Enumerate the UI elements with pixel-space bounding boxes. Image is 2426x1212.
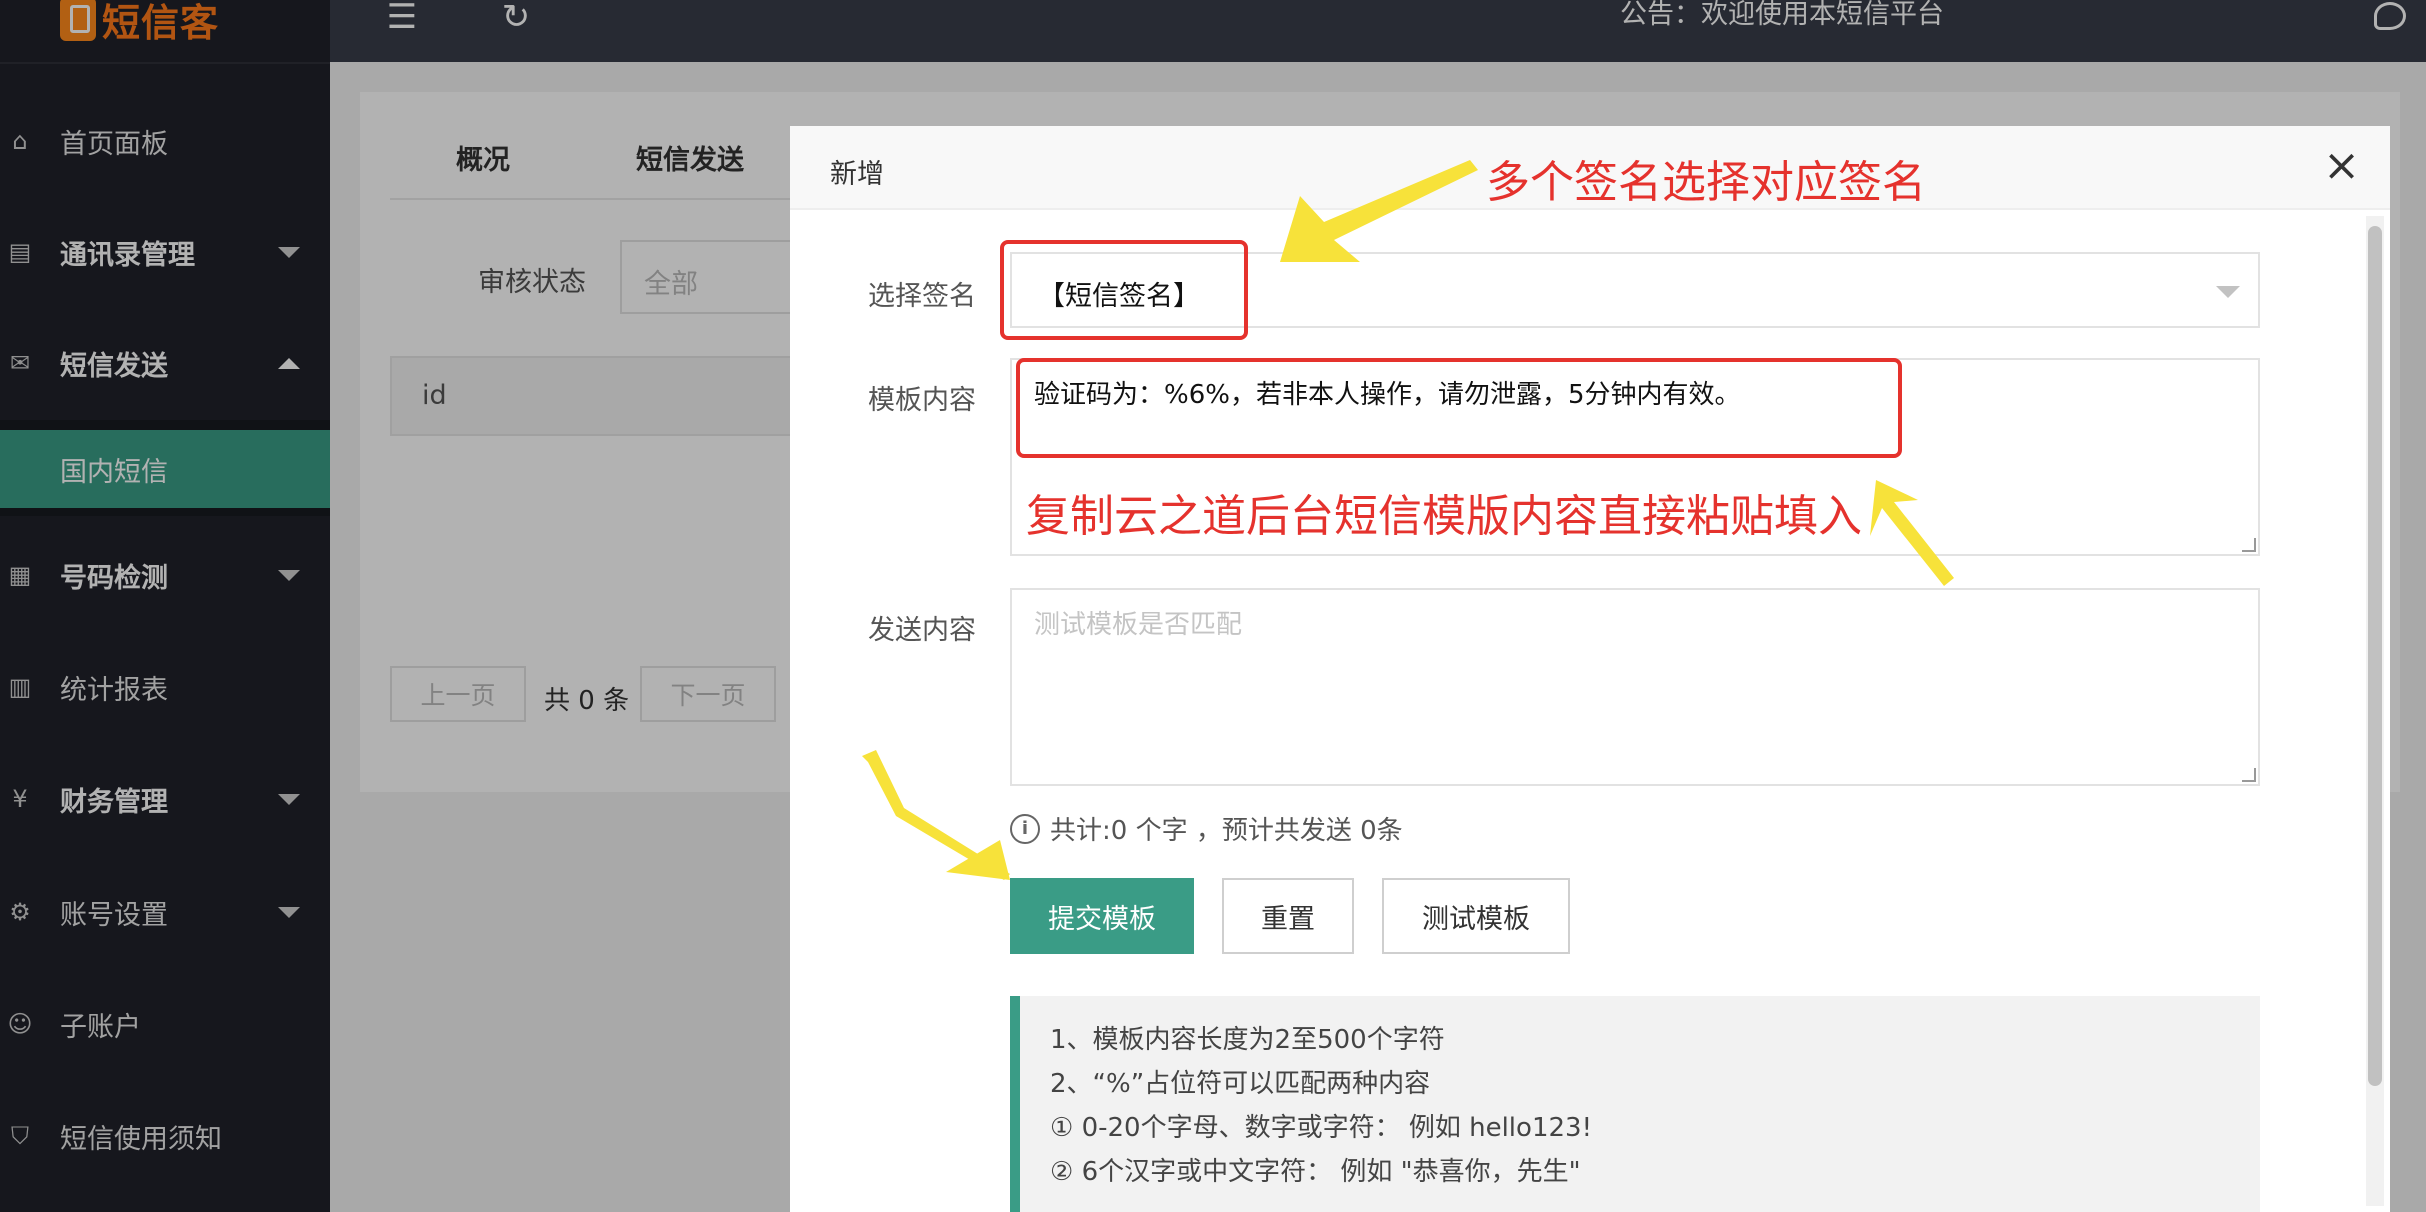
arrow-to-signature: [1280, 160, 1478, 262]
arrow-to-template: [1870, 480, 1954, 586]
annotation-arrows: [862, 160, 1954, 880]
